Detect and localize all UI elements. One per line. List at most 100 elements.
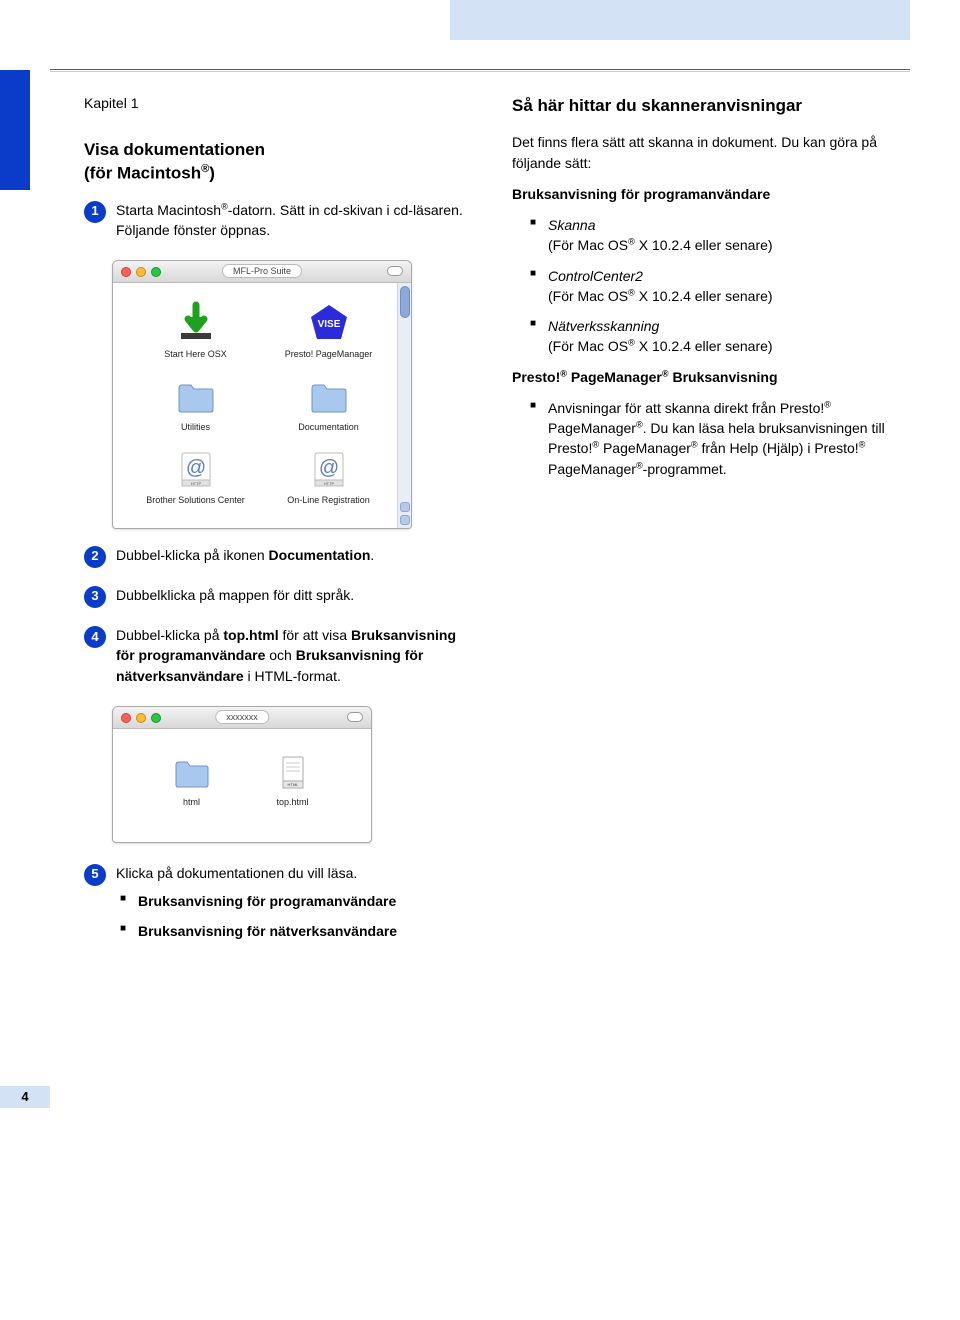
item-label: top.html (276, 797, 308, 808)
registered-icon: ® (636, 460, 643, 470)
registered-icon: ® (636, 419, 643, 429)
step-number-1: 1 (84, 201, 106, 223)
scrollbar (397, 283, 411, 527)
page-footer: 4 (0, 1086, 960, 1108)
li2-name: ControlCenter2 (548, 268, 643, 284)
registered-icon: ® (628, 287, 635, 297)
page-number: 4 (0, 1086, 50, 1108)
step5-li2-text: Bruksanvisning för nätverksanvändare (138, 923, 397, 939)
registered-icon: ® (662, 368, 669, 378)
item-presto: VISE Presto! PageManager (272, 301, 385, 360)
li4-f: PageManager (548, 461, 636, 477)
registered-icon: ® (221, 201, 228, 211)
li1-name: Skanna (548, 217, 595, 233)
step-number-3: 3 (84, 586, 106, 608)
item-label: Brother Solutions Center (146, 495, 245, 506)
registered-icon: ® (691, 440, 698, 450)
item-documentation: Documentation (272, 374, 385, 433)
minimize-icon (136, 267, 146, 277)
step2-c: . (370, 547, 374, 563)
li2-ver: X 10.2.4 eller senare) (635, 288, 773, 304)
finder-window-2: xxxxxxx html HTML top.html (112, 706, 372, 843)
svg-text:@: @ (318, 457, 338, 479)
scrollbar-thumb (400, 286, 410, 318)
li4-g: -programmet. (643, 461, 727, 477)
li4-e: från Help (Hjälp) i Presto! (698, 440, 859, 456)
sub2-a: Presto! (512, 369, 560, 385)
svg-text:@: @ (185, 457, 205, 479)
step4-g: i HTML-format. (244, 668, 341, 684)
step4-b: top.html (223, 627, 278, 643)
step-1: 1 Starta Macintosh®-datorn. Sätt in cd-s… (84, 200, 477, 247)
step2-text: Dubbel-klicka på ikonen Documentation. (116, 545, 477, 565)
page-content: Kapitel 1 Visa dokumentationen (för Maci… (0, 70, 960, 1006)
svg-text:HTML: HTML (287, 782, 299, 787)
item-online: @ HTTP On-Line Registration (272, 447, 385, 506)
sub2-c: Bruksanvisning (669, 369, 778, 385)
item-label: Presto! PageManager (285, 349, 373, 360)
left-column: Kapitel 1 Visa dokumentationen (för Maci… (84, 95, 477, 966)
item-top-html: HTML top.html (252, 753, 333, 808)
step4-c: för att visa (279, 627, 351, 643)
right-li1: Skanna (För Mac OS® X 10.2.4 eller senar… (530, 215, 905, 256)
side-accent (0, 70, 30, 190)
window-body: Start Here OSX VISE Presto! PageManager … (113, 283, 411, 527)
at-sign-icon: @ HTTP (307, 447, 351, 491)
item-label: html (183, 797, 200, 808)
step3-text: Dubbelklicka på mappen för ditt språk. (116, 585, 477, 605)
finder-window-1: MFL-Pro Suite Start Here OSX VISE Presto… (112, 260, 412, 528)
svg-text:HTTP: HTTP (323, 481, 334, 486)
registered-icon: ® (628, 338, 635, 348)
item-utilities: Utilities (139, 374, 252, 433)
item-label: On-Line Registration (287, 495, 370, 506)
registered-icon: ® (560, 368, 567, 378)
step4-a: Dubbel-klicka på (116, 627, 223, 643)
step2-b: Documentation (269, 547, 371, 563)
window-title: xxxxxxx (215, 710, 269, 724)
step4-e: och (265, 647, 295, 663)
item-html-folder: html (151, 753, 232, 808)
minimize-icon (136, 713, 146, 723)
step1-a: Starta Macintosh (116, 202, 221, 218)
window-titlebar: xxxxxxx (113, 707, 371, 729)
registered-icon: ® (859, 440, 866, 450)
li4-d: PageManager (599, 440, 691, 456)
step-5: 5 Klicka på dokumentationen du vill läsa… (84, 863, 477, 952)
step-number-4: 4 (84, 626, 106, 648)
zoom-icon (151, 267, 161, 277)
right-heading: Så här hittar du skanneranvisningar (512, 95, 905, 118)
right-li2: ControlCenter2 (För Mac OS® X 10.2.4 ell… (530, 266, 905, 307)
header-band (450, 0, 910, 40)
close-icon (121, 267, 131, 277)
item-label: Documentation (298, 422, 359, 433)
toolbar-toggle-icon (347, 712, 363, 722)
svg-text:VISE: VISE (317, 319, 340, 330)
download-arrow-icon (174, 301, 218, 345)
chapter-label: Kapitel 1 (84, 95, 477, 111)
item-label: Start Here OSX (164, 349, 227, 360)
li4-b: PageManager (548, 420, 636, 436)
heading-line1: Visa dokumentationen (84, 140, 265, 159)
folder-icon (307, 374, 351, 418)
window-title: MFL-Pro Suite (222, 264, 302, 278)
step-number-2: 2 (84, 546, 106, 568)
item-start-here: Start Here OSX (139, 301, 252, 360)
step5-li1-text: Bruksanvisning för programanvändare (138, 893, 396, 909)
left-heading: Visa dokumentationen (för Macintosh®) (84, 139, 477, 186)
step5-li2: Bruksanvisning för nätverksanvändare (120, 921, 477, 941)
scroll-up-icon (400, 502, 410, 512)
right-intro: Det finns flera sätt att skanna in dokum… (512, 132, 905, 174)
right-column: Så här hittar du skanneranvisningar Det … (512, 95, 905, 966)
close-icon (121, 713, 131, 723)
window-body: html HTML top.html (113, 729, 371, 842)
step-number-5: 5 (84, 864, 106, 886)
window-titlebar: MFL-Pro Suite (113, 261, 411, 283)
svg-text:HTTP: HTTP (190, 481, 201, 486)
step5-text: Klicka på dokumentationen du vill läsa. (116, 863, 477, 883)
step1-text: Starta Macintosh®-datorn. Sätt in cd-ski… (116, 200, 477, 241)
vise-icon: VISE (307, 301, 351, 345)
header-rule (50, 0, 910, 70)
heading-line2a: (för Macintosh (84, 164, 201, 183)
folder-icon (172, 753, 212, 793)
item-label: Utilities (181, 422, 210, 433)
